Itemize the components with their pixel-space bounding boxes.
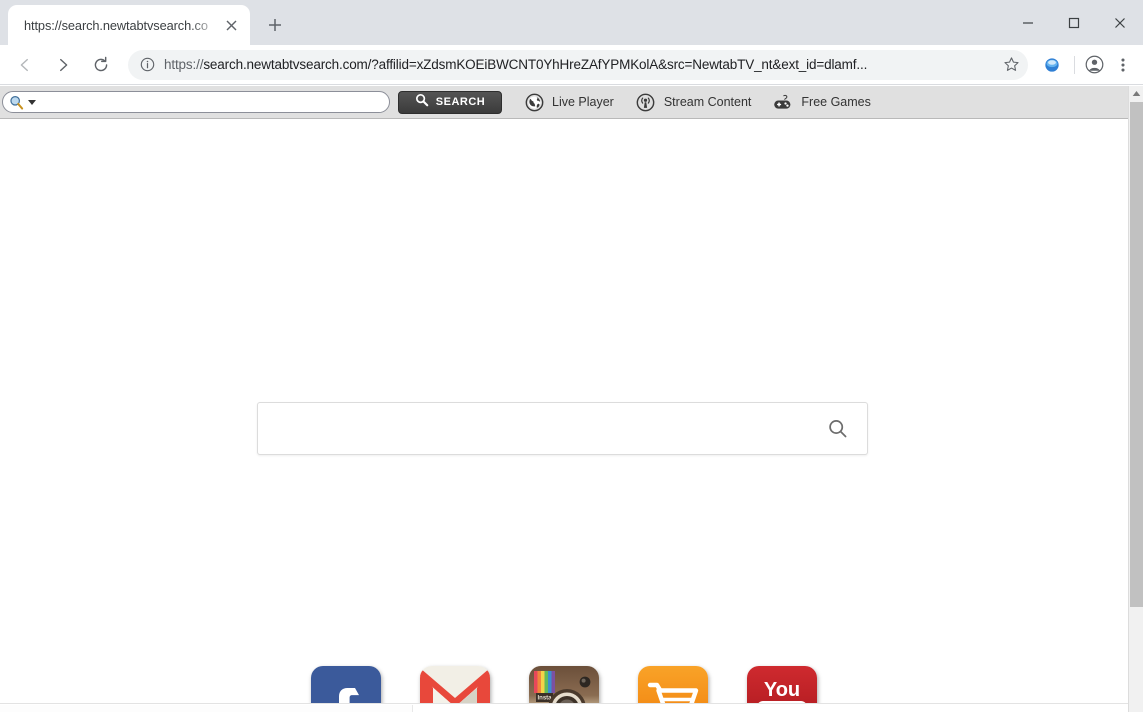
toolbar-link-label: Stream Content (663, 95, 752, 109)
address-bar[interactable]: https://search.newtabtvsearch.com/?affil… (128, 49, 1028, 80)
toolbar-divider (1074, 55, 1075, 74)
main-search-box[interactable] (257, 402, 868, 455)
vertical-scrollbar-thumb[interactable] (1130, 102, 1143, 607)
close-button[interactable] (1097, 0, 1143, 45)
gamepad-icon (773, 92, 793, 112)
browser-tab[interactable]: https://search.newtabtvsearch.co (8, 5, 250, 45)
profile-avatar-icon[interactable] (1079, 50, 1109, 80)
toolbar-search-input[interactable] (36, 95, 383, 109)
minimize-button[interactable] (1005, 0, 1051, 45)
forward-icon[interactable] (46, 48, 80, 82)
search-icon[interactable] (9, 95, 24, 110)
toolbar-link-stream-content[interactable]: Stream Content (636, 92, 752, 112)
main-search-input[interactable] (274, 419, 825, 438)
search-button-icon (415, 93, 429, 112)
tab-strip: https://search.newtabtvsearch.co (0, 0, 1143, 45)
new-tab-button[interactable] (260, 10, 290, 40)
search-button[interactable]: SEARCH (398, 90, 502, 114)
browser-menu-icon[interactable] (1109, 48, 1137, 82)
navigation-toolbar: https://search.newtabtvsearch.com/?affil… (0, 45, 1143, 85)
site-info-icon[interactable] (138, 56, 156, 74)
browser-window: https://search.newtabtvsearch.co https:/… (0, 0, 1143, 712)
page-body: Insta You (0, 119, 1128, 712)
toolbar-link-free-games[interactable]: Free Games (773, 92, 871, 112)
url-text: https://search.newtabtvsearch.com/?affil… (164, 57, 868, 72)
bookmark-star-icon[interactable] (998, 52, 1024, 78)
tab-title: https://search.newtabtvsearch.co (24, 17, 208, 33)
globe-icon (524, 92, 544, 112)
page-viewport: SEARCH Live Player Stream Content Free G… (0, 86, 1143, 712)
window-controls (1005, 0, 1143, 45)
reload-icon[interactable] (84, 48, 118, 82)
scroll-up-arrow-icon[interactable] (1129, 86, 1143, 101)
tab-close-icon[interactable] (220, 14, 242, 36)
broadcast-icon (636, 92, 656, 112)
chevron-down-icon[interactable] (28, 99, 36, 105)
search-icon[interactable] (825, 416, 851, 442)
extension-icon[interactable] (1039, 52, 1065, 78)
horizontal-scrollbar-thumb[interactable] (0, 705, 413, 712)
search-button-label: SEARCH (435, 96, 486, 108)
extension-toolbar: SEARCH Live Player Stream Content Free G… (0, 86, 1128, 119)
toolbar-link-live-player[interactable]: Live Player (524, 92, 614, 112)
maximize-button[interactable] (1051, 0, 1097, 45)
horizontal-scrollbar[interactable] (0, 703, 1128, 712)
svg-text:You: You (764, 679, 800, 701)
toolbar-link-label: Free Games (801, 95, 871, 109)
back-icon[interactable] (8, 48, 42, 82)
toolbar-link-label: Live Player (552, 95, 614, 109)
vertical-scrollbar[interactable] (1128, 86, 1143, 712)
toolbar-search-box[interactable] (2, 91, 390, 113)
